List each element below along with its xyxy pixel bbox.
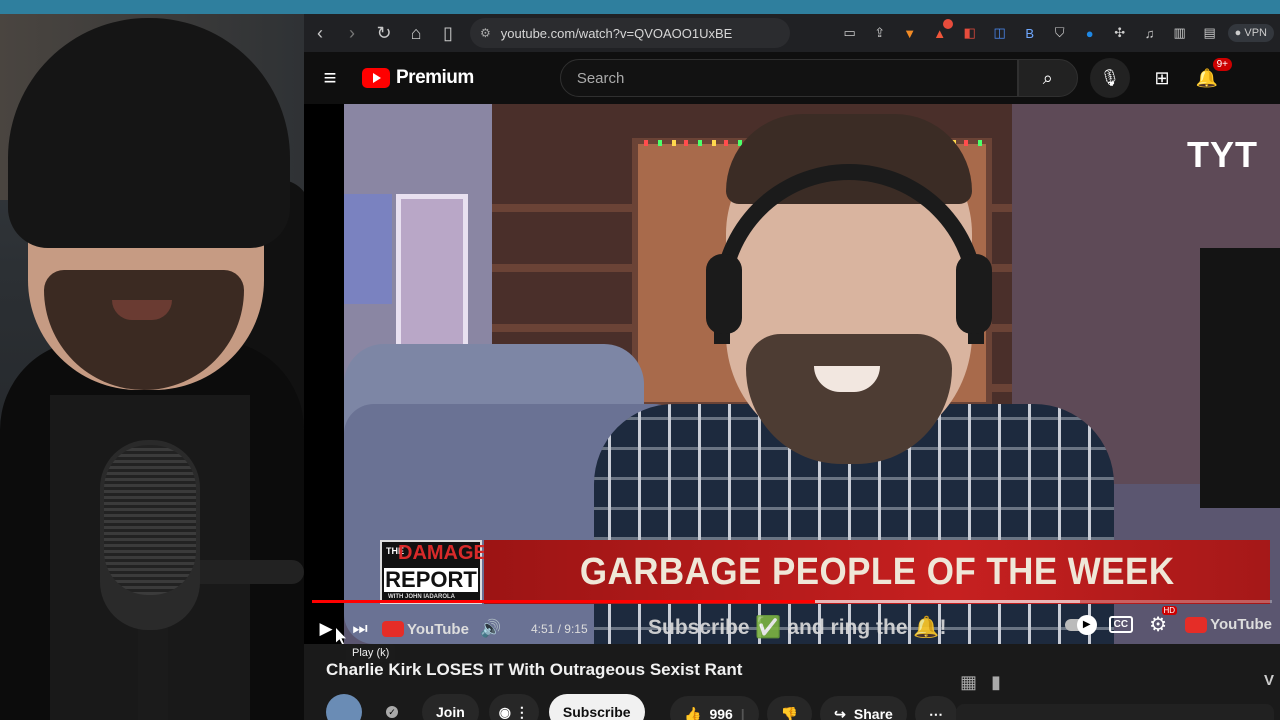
youtube-play-icon xyxy=(362,68,390,88)
thumbs-up-icon: 👍 xyxy=(684,705,702,720)
back-icon[interactable]: ‹ xyxy=(304,17,336,49)
tyt-watermark: TYT xyxy=(1187,134,1258,175)
youtube-branding-left: YouTube xyxy=(382,621,469,638)
thumbs-down-icon: 👎 xyxy=(780,705,799,720)
youtube-branding-right: YouTube xyxy=(1185,616,1272,633)
progress-played xyxy=(312,600,816,603)
notifications-icon[interactable]: 🔔 9+ xyxy=(1196,57,1232,89)
music-icon[interactable]: ♫ xyxy=(1138,21,1162,45)
home-icon[interactable]: ⌂ xyxy=(400,17,432,49)
chart-icon[interactable]: ▮ xyxy=(991,672,1001,693)
logo-damage: DAMAGE xyxy=(398,542,487,564)
search-input[interactable]: Search xyxy=(559,59,1018,97)
cast-icon[interactable]: ▭ xyxy=(838,21,862,45)
lower-third: THE DAMAGE REPORT WITH JOHN IADAROLA GAR… xyxy=(380,540,1270,604)
volume-icon[interactable]: 🔊 xyxy=(477,615,505,643)
sidebar-icon[interactable]: ▥ xyxy=(1168,21,1192,45)
next-icon[interactable]: ⏭ xyxy=(346,615,374,643)
create-icon[interactable]: ⊞ xyxy=(1154,68,1169,89)
like-count: 996 xyxy=(709,706,733,720)
play-icon[interactable]: ▶ xyxy=(312,615,340,643)
youtube-logo[interactable]: Premium xyxy=(362,67,474,89)
webcam-feed: N xyxy=(0,0,304,720)
progress-bar[interactable] xyxy=(312,600,1272,603)
subscribe-button[interactable]: Subscribe xyxy=(548,694,645,720)
headline-text: GARBAGE PEOPLE OF THE WEEK xyxy=(579,550,1175,593)
youtube-mark-icon xyxy=(382,621,404,637)
search-icon[interactable]: ⌕ xyxy=(1017,59,1078,97)
logo-report: REPORT xyxy=(384,567,478,592)
divider: | xyxy=(740,706,745,720)
scene-poster-skull xyxy=(396,194,468,354)
window-top-strip xyxy=(0,0,1280,14)
more-actions-button[interactable]: ⋯ xyxy=(914,696,957,720)
edge-text: V xyxy=(1264,672,1275,689)
share-button[interactable]: ↪ Share xyxy=(820,696,907,720)
headline-bar: GARBAGE PEOPLE OF THE WEEK xyxy=(484,540,1270,604)
microphone-grille xyxy=(104,445,196,595)
damage-report-logo: THE DAMAGE REPORT WITH JOHN IADAROLA xyxy=(380,540,487,604)
extension-b-icon[interactable]: B xyxy=(1018,21,1042,45)
extension-icon-1[interactable]: ◧ xyxy=(958,21,982,45)
search-form: Search ⌕ xyxy=(559,59,1078,97)
youtube-mark-text: YouTube xyxy=(407,620,469,638)
forward-icon[interactable]: › xyxy=(336,17,368,49)
menu-icon[interactable]: ≡ xyxy=(304,52,356,104)
notification-badge: 9+ xyxy=(1212,57,1232,71)
bookmark-icon[interactable]: ▯ xyxy=(432,17,464,49)
sidebar-card[interactable] xyxy=(956,704,1274,720)
share-icon: ↪ xyxy=(834,705,846,720)
site-info-icon[interactable]: ⚙ xyxy=(480,26,491,40)
autoplay-toggle[interactable]: ▶ xyxy=(1064,614,1097,635)
video-player[interactable]: TYT THE DAMAGE REPORT WITH JOHN IADAROLA… xyxy=(304,104,1280,644)
address-bar[interactable]: ⚙ youtube.com/watch?v=QVOAOO1UxBE xyxy=(470,18,790,48)
like-button[interactable]: 👍 996 | xyxy=(670,696,759,720)
logo-text: Premium xyxy=(396,67,474,88)
video-title: Charlie Kirk LOSES IT With Outrageous Se… xyxy=(326,660,743,679)
url-text: youtube.com/watch?v=QVOAOO1UxBE xyxy=(500,25,733,41)
translate-icon[interactable]: ◫ xyxy=(988,21,1012,45)
settings-icon[interactable]: ⚙ HD xyxy=(1149,606,1178,637)
extension-circle-icon[interactable]: ● xyxy=(1078,21,1102,45)
actions-row: 👍 996 | 👎 ↪ Share ⋯ xyxy=(670,696,957,720)
hd-badge: HD xyxy=(1161,606,1178,615)
youtube-mark-text: YouTube xyxy=(1210,616,1272,633)
scene-poster-small xyxy=(344,194,392,304)
video-owner-row: ✓ Join ◉ ⋮ Subscribe xyxy=(326,694,645,720)
share-label: Share xyxy=(853,706,893,720)
wallet-icon[interactable]: ▤ xyxy=(1198,21,1222,45)
headphone-cup-left xyxy=(706,254,742,334)
shield-icon[interactable]: ⛉ xyxy=(1048,21,1072,45)
subscribe-ticker: Subscribe ✅ and ring the 🔔! xyxy=(648,616,947,639)
headphone-cup-right xyxy=(956,254,992,334)
scene-tv xyxy=(1200,248,1280,508)
autoplay-play-icon: ▶ xyxy=(1076,614,1097,635)
verified-icon: ✓ xyxy=(386,706,398,718)
puzzle-icon[interactable]: ✣ xyxy=(1108,21,1132,45)
reload-icon[interactable]: ↻ xyxy=(368,17,400,49)
youtube-mark-icon xyxy=(1185,616,1208,633)
header-actions: ⊞ 🔔 9+ xyxy=(1154,57,1280,89)
time-display: 4:51 / 9:15 xyxy=(530,622,588,636)
vpn-button[interactable]: ● VPN xyxy=(1227,24,1274,42)
join-button[interactable]: Join xyxy=(422,694,479,720)
extension-badge-icon[interactable]: ◉ ⋮ xyxy=(488,694,539,720)
brave-shield-icon[interactable]: ▼ xyxy=(898,21,922,45)
sidebar-icons: ▦ ▮ xyxy=(960,672,1001,693)
voice-search-icon[interactable]: 🎙 xyxy=(1089,58,1130,98)
youtube-header: ≡ Premium Search ⌕ 🎙 ⊞ 🔔 9+ xyxy=(304,52,1280,104)
subtitles-button[interactable]: CC xyxy=(1108,616,1134,633)
screen: N ‹ › ↻ ⌂ ▯ ⚙ youtube.com/watch?v=QVOAOO… xyxy=(0,0,1280,720)
grid-icon[interactable]: ▦ xyxy=(960,672,977,693)
extensions-area: ▭ ⇪ ▼ ▲ ◧ ◫ B ⛉ ● ✣ ♫ ▥ ▤ ● VPN xyxy=(838,19,1280,45)
dislike-button[interactable]: 👎 xyxy=(766,696,813,720)
share-icon[interactable]: ⇪ xyxy=(868,21,892,45)
browser-toolbar: ‹ › ↻ ⌂ ▯ ⚙ youtube.com/watch?v=QVOAOO1U… xyxy=(304,14,1280,52)
brave-rewards-icon[interactable]: ▲ xyxy=(928,19,953,45)
channel-avatar[interactable] xyxy=(326,694,362,720)
player-controls-right: ▶ CC ⚙ HD YouTube xyxy=(1064,606,1272,637)
